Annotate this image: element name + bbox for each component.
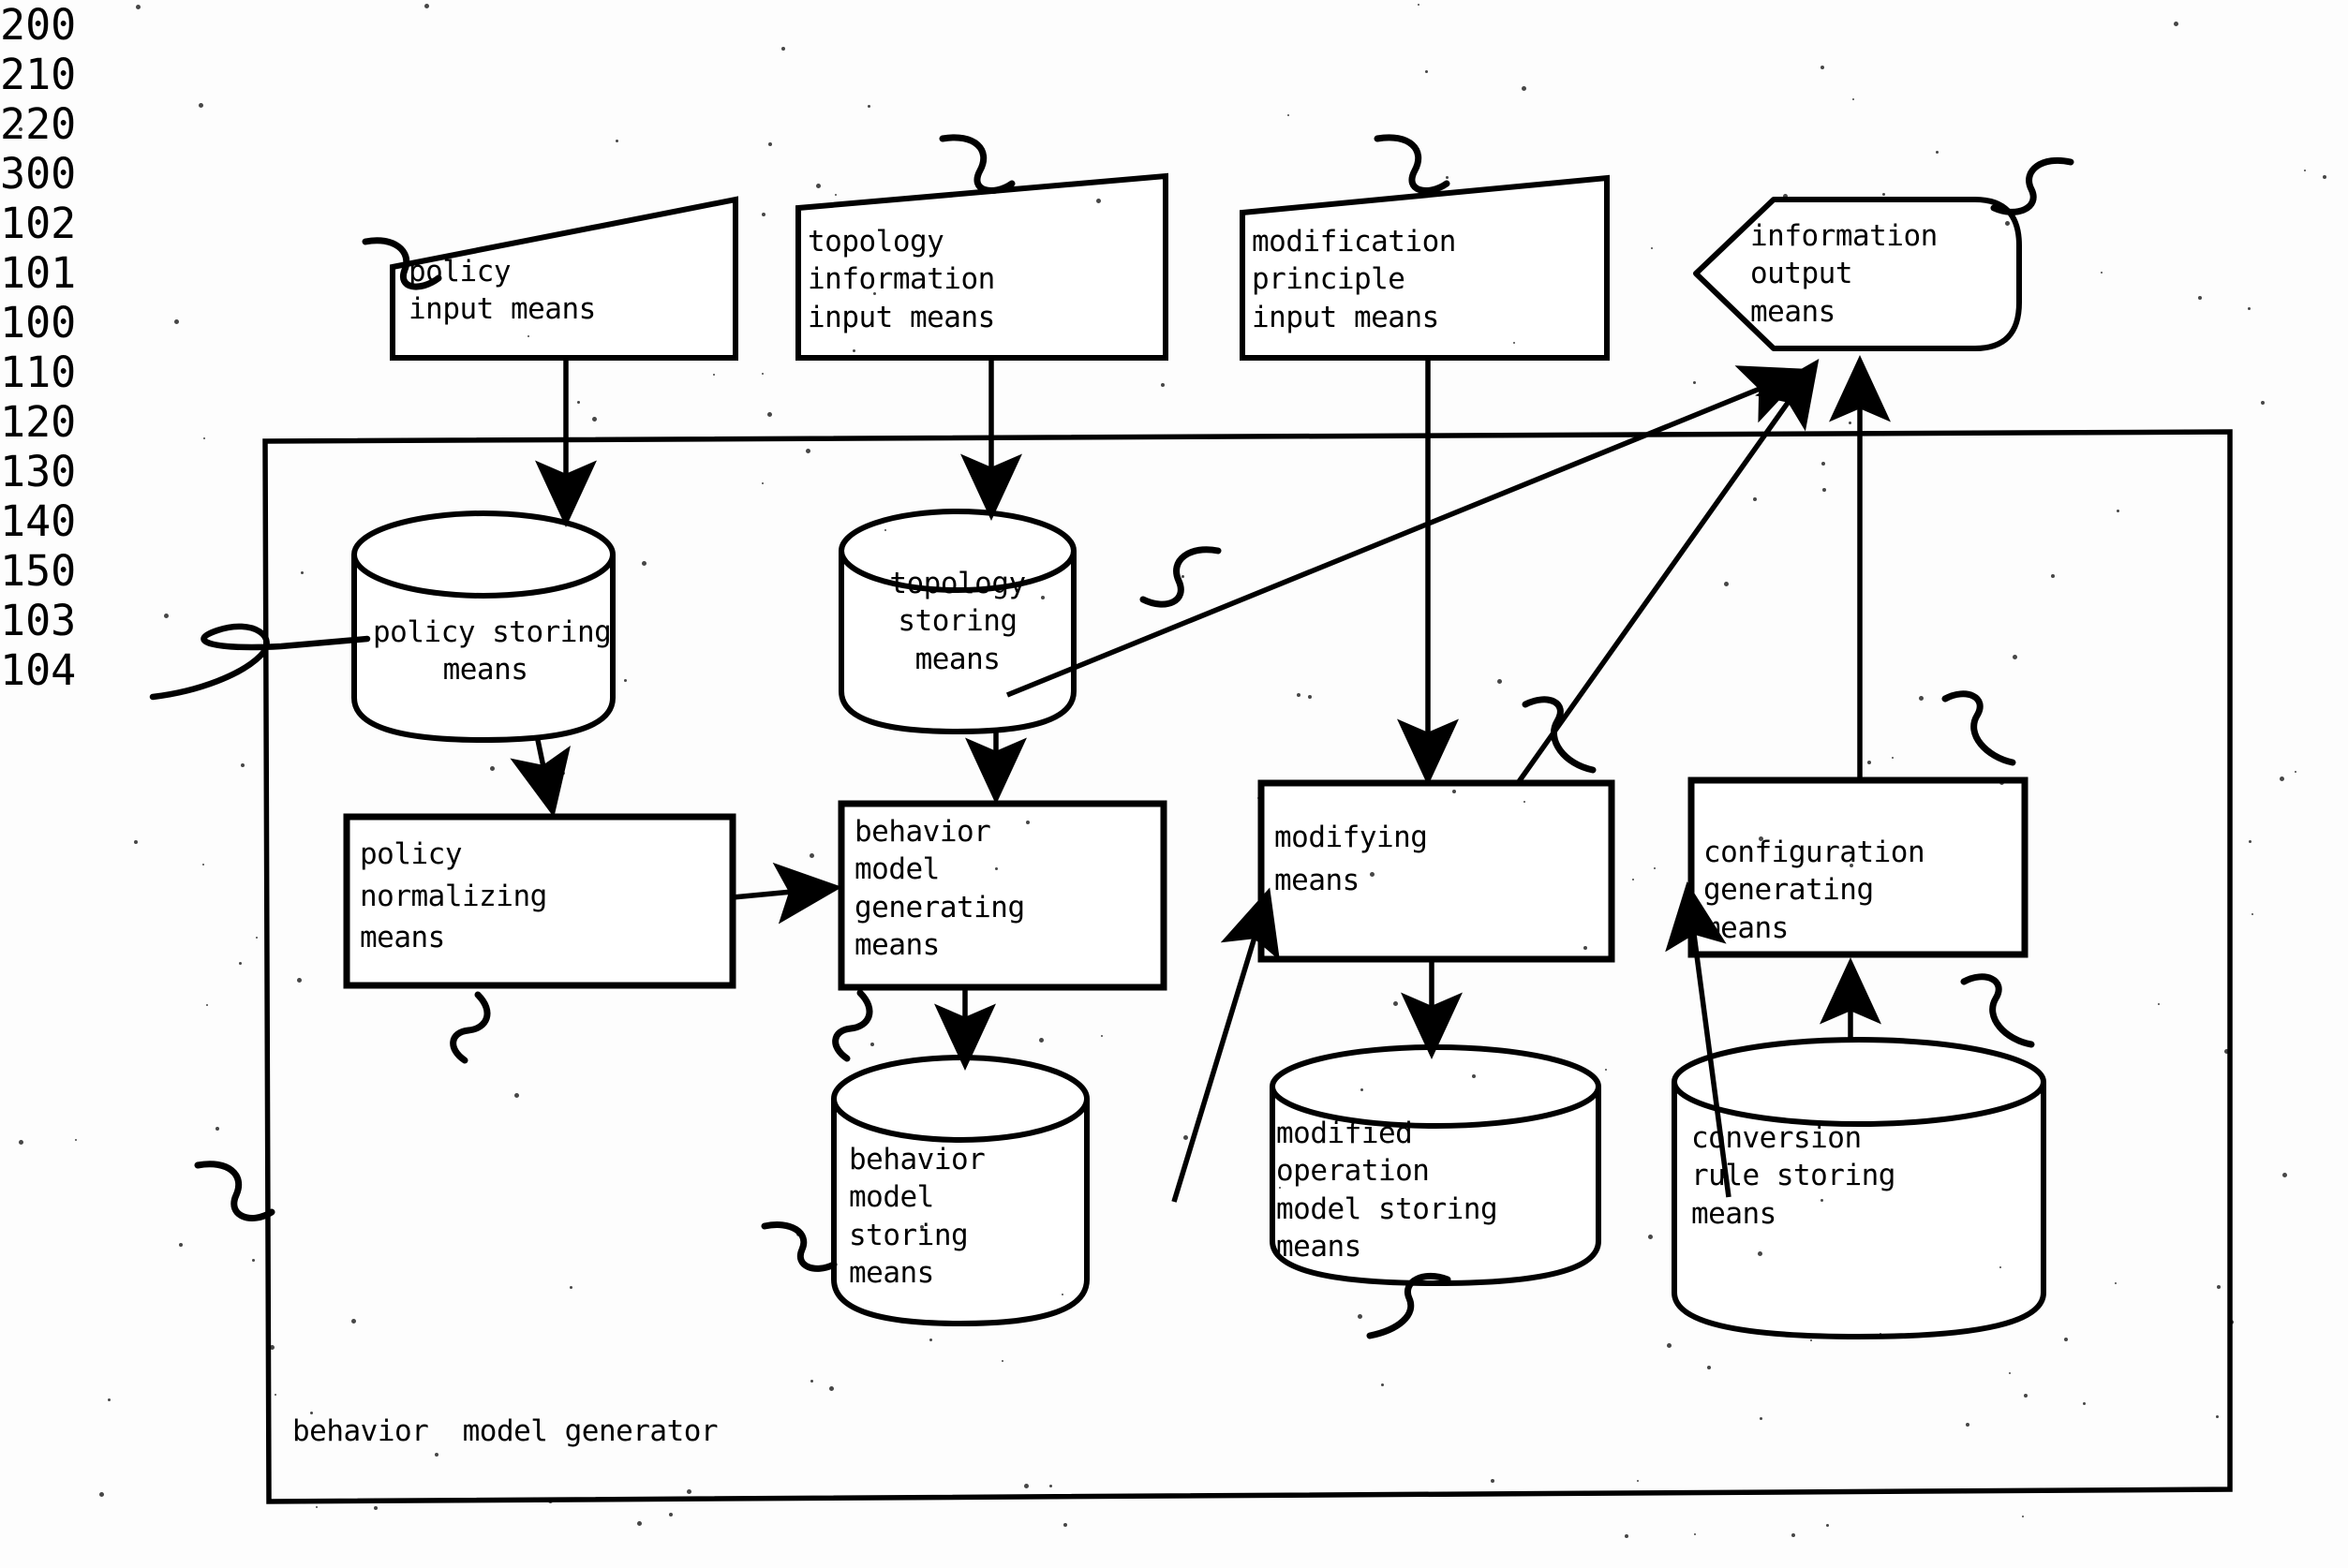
diagram-vector-layer xyxy=(149,134,2233,1504)
leader-110 xyxy=(450,991,491,1064)
leader-300 xyxy=(1990,156,2074,215)
connector-topology-storing-to-information-output xyxy=(1005,365,1809,698)
leader-140 xyxy=(1941,690,2016,766)
leader-102 xyxy=(1139,546,1222,608)
leader-100 xyxy=(194,1161,275,1221)
leader-120 xyxy=(832,989,873,1062)
topology-storing-means-shape xyxy=(839,509,1077,735)
modifying-means-shape xyxy=(1257,779,1615,963)
connector-policy-normalizing-to-behavior-model-generating xyxy=(732,862,842,925)
leader-220 xyxy=(1374,134,1450,194)
leader-210 xyxy=(939,134,1016,194)
policy-normalizing-means-shape xyxy=(343,813,736,989)
behavior-model-generating-means-shape xyxy=(838,800,1167,991)
policy-storing-means-shape xyxy=(351,510,616,744)
topology-information-input-means-shape xyxy=(795,172,1168,361)
configuration-generating-means-shape xyxy=(1687,777,2028,958)
connector-policy-storing-to-policy-normalizing xyxy=(510,739,571,818)
leader-101 xyxy=(149,623,371,701)
leader-150 xyxy=(1960,973,2035,1048)
patent-figure-canvas: policy input means topology information … xyxy=(0,0,2348,1568)
behavior-model-storing-means-shape xyxy=(831,1055,1090,1327)
policy-input-means-shape xyxy=(390,196,738,361)
modification-principle-input-means-shape xyxy=(1240,174,1610,361)
connector-behavior-model-storing-to-modifying-means xyxy=(1171,887,1280,1203)
modified-operation-model-storing-means-shape xyxy=(1270,1044,1601,1287)
information-output-means-shape xyxy=(1693,197,2022,351)
